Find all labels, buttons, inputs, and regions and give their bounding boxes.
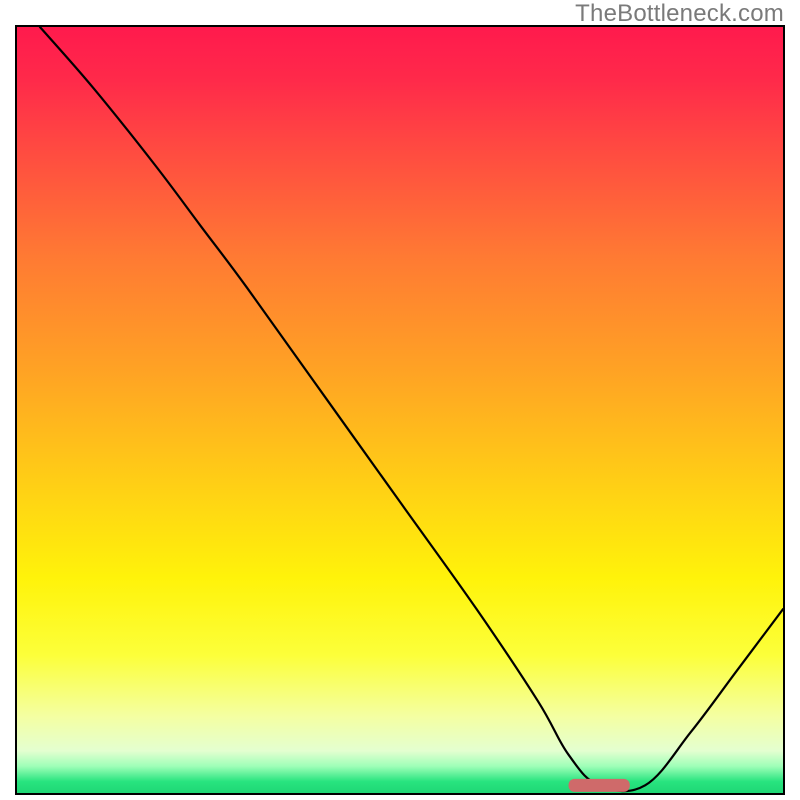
chart-svg	[17, 27, 783, 793]
gradient-background	[17, 27, 783, 793]
watermark-text: TheBottleneck.com	[575, 0, 784, 28]
optimal-marker	[569, 779, 630, 792]
chart-frame	[15, 25, 785, 795]
